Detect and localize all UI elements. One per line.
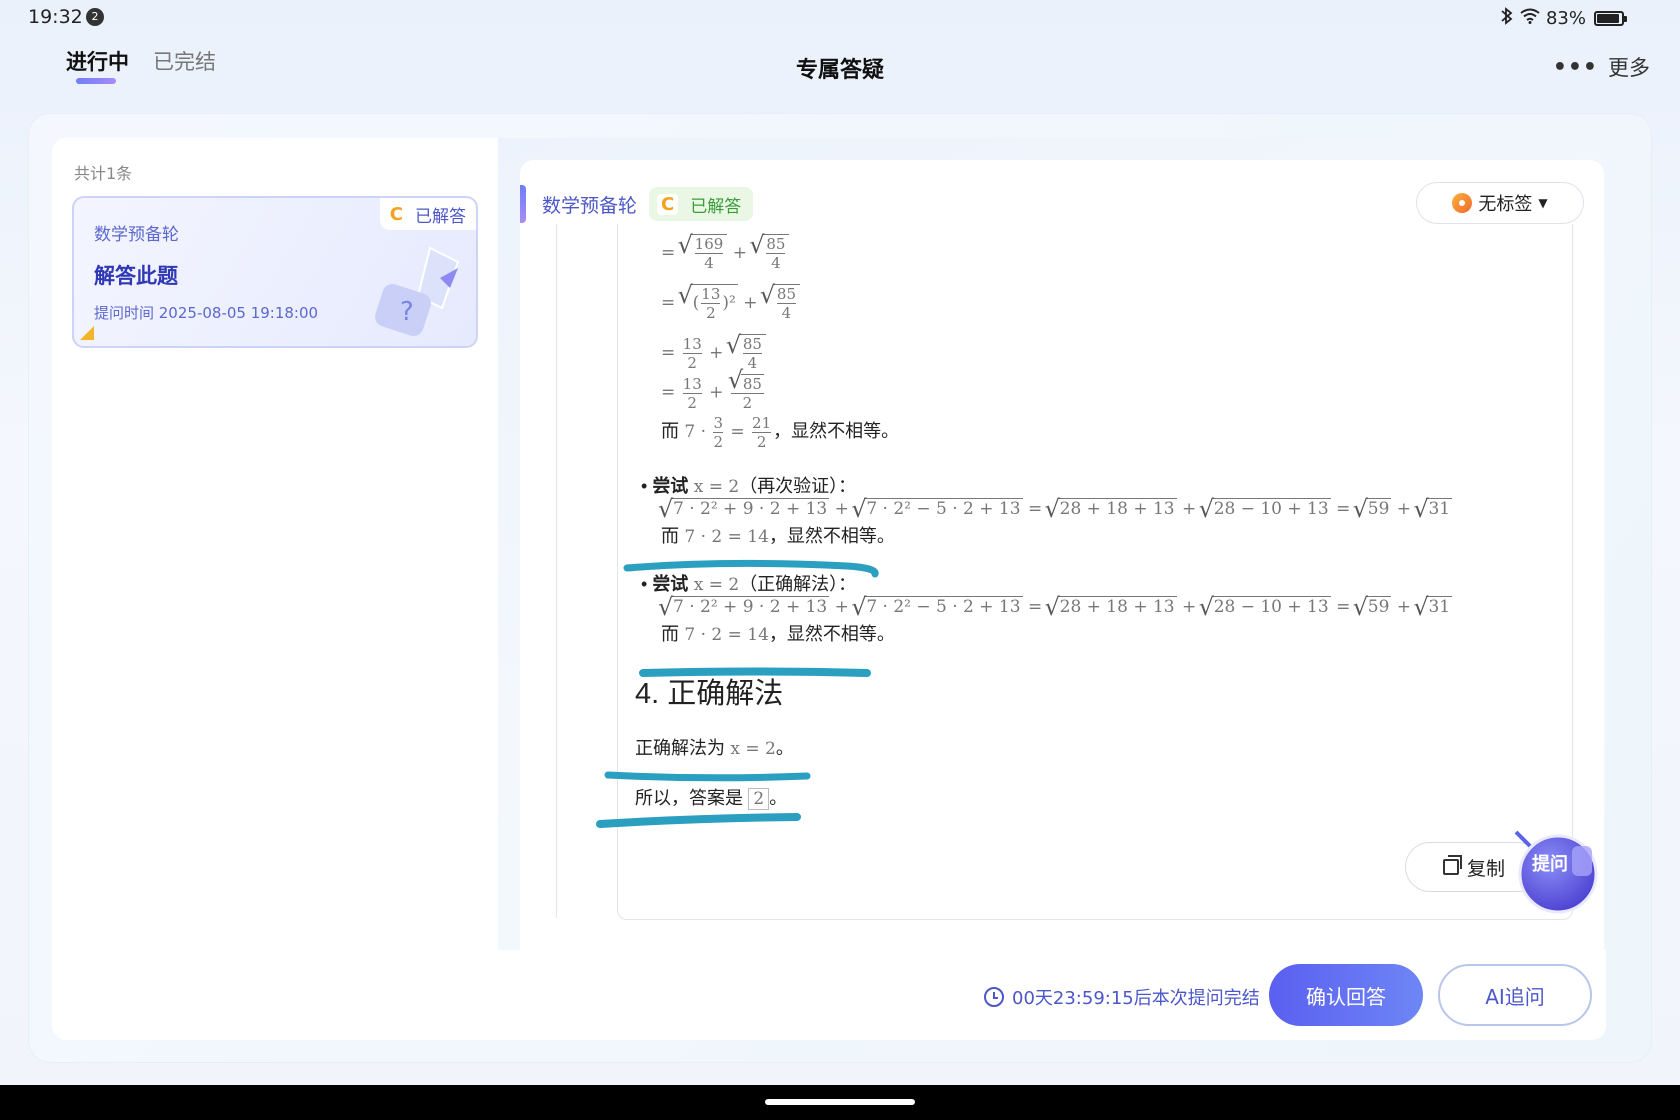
more-dots-icon: ••• <box>1552 54 1598 80</box>
tag-icon <box>1452 193 1473 213</box>
svg-text:提问: 提问 <box>1532 853 1568 875</box>
notification-badge: 2 <box>86 8 104 26</box>
page-title: 专属答疑 <box>795 58 884 83</box>
list-item-subject: 数学预备轮 <box>94 225 179 245</box>
answered-badge: C 已解答 <box>649 187 754 221</box>
math-line: 7 · 2² + 9 · 2 + 13 + 7 · 2² − 5 · 2 + 1… <box>658 593 1453 621</box>
question-illustration-icon: ? <box>375 246 460 337</box>
conclusion-line: 所以，答案是 2。 <box>635 788 788 810</box>
battery-icon <box>1594 11 1627 26</box>
math-line: = 1694 + 854 <box>661 231 790 272</box>
ai-follow-up-button[interactable]: AI追问 <box>1438 964 1592 1026</box>
status-time: 19:32 <box>28 6 83 28</box>
compare-line: 而 7 · 32 = 21 2 ，显然不相等。 <box>661 414 900 451</box>
answer-box: 数学预备轮 C 已解答 无标签 ▼ = 1694 + 854 = (132)² … <box>520 160 1604 950</box>
ask-question-icon[interactable]: 提问 <box>1512 826 1600 918</box>
svg-text:?: ? <box>400 297 414 327</box>
question-list-panel: 共计1条 C 已解答 数学预备轮 解答此题 提问时间 2025-08-05 19… <box>52 138 498 1040</box>
math-line: = 132 + 852 <box>661 371 766 412</box>
answer-header: 数学预备轮 C 已解答 <box>520 184 754 224</box>
clock-icon <box>984 987 1004 1007</box>
math-line: = 132 + 854 <box>661 331 766 372</box>
math-line: = (132)² + 854 <box>661 281 800 322</box>
list-count: 共计1条 <box>74 164 133 183</box>
wifi-icon <box>1520 8 1540 29</box>
system-nav-bar <box>0 1085 1680 1120</box>
home-indicator[interactable] <box>765 1099 915 1105</box>
correct-method-line: 正确解法为 x = 2。 <box>635 738 794 759</box>
answer-content: = 1694 + 854 = (132)² + 854 = 132 + 854 … <box>556 224 1573 920</box>
c-badge-icon: C <box>657 193 679 215</box>
battery-percent: 83% <box>1545 8 1586 29</box>
answer-subject: 数学预备轮 <box>542 194 638 217</box>
compare-line: 而 7 · 2 = 14，显然不相等。 <box>661 526 895 547</box>
tag-dropdown[interactable]: 无标签 ▼ <box>1416 182 1584 224</box>
answer-box-value: 2 <box>748 788 770 810</box>
confirm-answer-button[interactable]: 确认回答 <box>1269 964 1423 1026</box>
header-accent-bar <box>520 185 526 223</box>
chevron-down-icon: ▼ <box>1538 196 1548 210</box>
bluetooth-icon <box>1500 6 1514 31</box>
countdown: 00天23:59:15后本次提问完结 <box>984 984 1260 1010</box>
status-badge: C 已解答 <box>379 198 476 230</box>
compare-line: 而 7 · 2 = 14，显然不相等。 <box>661 624 895 645</box>
more-button[interactable]: ••• 更多 <box>1553 52 1650 82</box>
status-bar: 19:32 2 83% <box>0 0 1680 34</box>
list-item-title: 解答此题 <box>94 264 178 288</box>
section-heading: 4. 正确解法 <box>635 678 784 710</box>
selected-corner-mark <box>80 326 94 340</box>
status-icons: 83% <box>1500 6 1627 31</box>
copy-icon <box>1442 855 1462 875</box>
action-bar: 00天23:59:15后本次提问完结 确认回答 AI追问 <box>52 950 1606 1040</box>
c-badge-icon: C <box>389 203 403 225</box>
list-item[interactable]: C 已解答 数学预备轮 解答此题 提问时间 2025-08-05 19:18:0… <box>72 196 478 348</box>
math-line: 7 · 2² + 9 · 2 + 13 + 7 · 2² − 5 · 2 + 1… <box>658 495 1453 523</box>
list-item-time: 提问时间 2025-08-05 19:18:00 <box>94 304 319 322</box>
